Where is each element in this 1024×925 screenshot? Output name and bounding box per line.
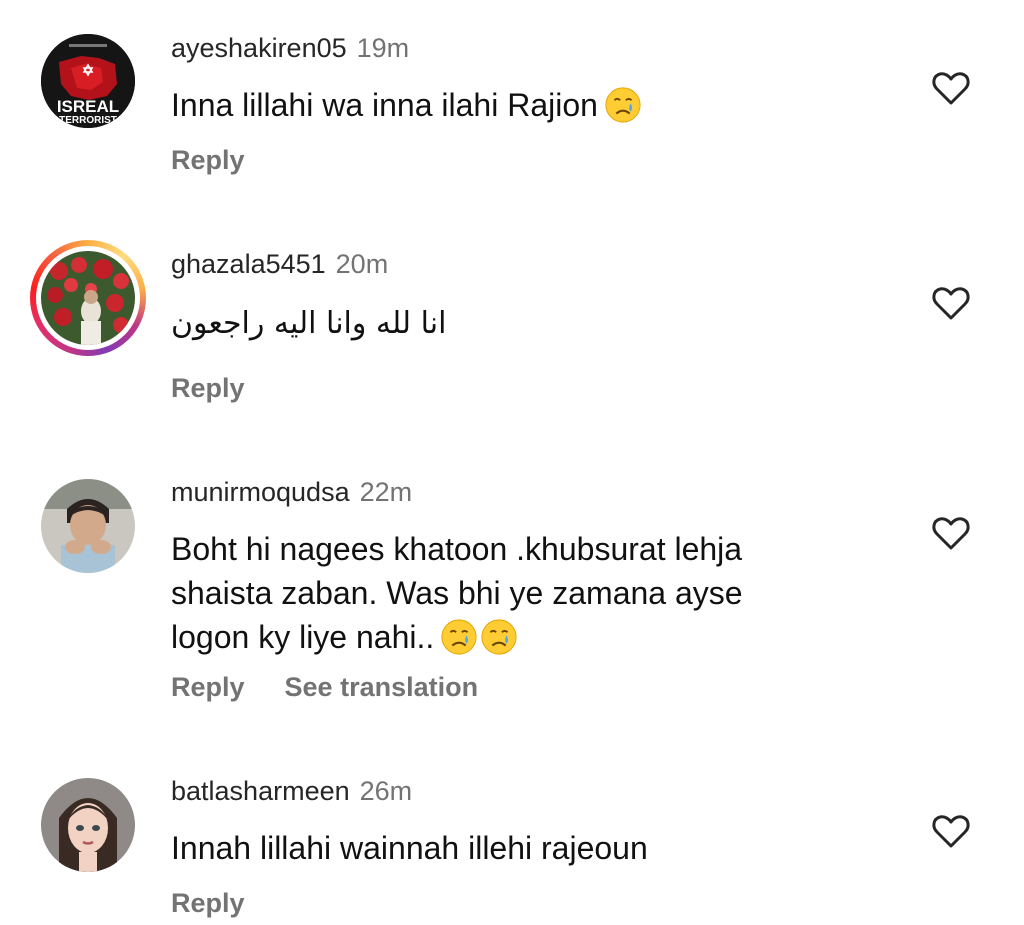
comment-username[interactable]: ayeshakiren05 <box>171 33 347 63</box>
avatar[interactable] <box>41 778 135 872</box>
reply-button[interactable]: Reply <box>171 672 245 702</box>
heart-outline-icon[interactable] <box>931 813 971 849</box>
comment-text-line: logon ky liye nahi.. <box>171 619 435 655</box>
comment-timestamp: 22m <box>359 477 413 507</box>
crying-face-emoji <box>481 619 517 655</box>
comment-timestamp: 19m <box>356 33 410 63</box>
comment-meta: ghazala5451 20m <box>171 248 388 280</box>
avatar-image <box>41 251 135 345</box>
comment-text: Innah lillahi wainnah illehi rajeoun <box>171 830 648 866</box>
avatar-label-bottom: TERRORIST <box>59 115 117 126</box>
heart-outline-icon[interactable] <box>931 285 971 321</box>
comment-text: Boht hi nagees khatoon .khubsurat lehja … <box>171 527 871 659</box>
comment-text: Inna lillahi wa inna ilahi Rajion <box>171 83 871 127</box>
comment-timestamp: 20m <box>335 249 389 279</box>
reply-button[interactable]: Reply <box>171 145 245 175</box>
comment-meta: ayeshakiren05 19m <box>171 32 409 64</box>
avatar[interactable] <box>41 251 135 345</box>
comment-username[interactable]: ghazala5451 <box>171 249 326 279</box>
comment-actions: Reply <box>171 887 245 919</box>
heart-outline-icon[interactable] <box>931 70 971 106</box>
comment-text-line: shaista zaban. Was bhi ye zamana ayse <box>171 575 743 611</box>
avatar[interactable]: ISREAL TERRORIST <box>41 34 135 128</box>
avatar[interactable] <box>41 479 135 573</box>
comment-actions: Reply See translation <box>171 671 478 703</box>
avatar-image <box>41 479 135 573</box>
comment-actions: Reply <box>171 144 245 176</box>
avatar-label-top: ISREAL <box>57 97 119 116</box>
comment-text-body: Inna lillahi wa inna ilahi Rajion <box>171 87 598 123</box>
reply-button[interactable]: Reply <box>171 373 245 403</box>
reply-button[interactable]: Reply <box>171 888 245 918</box>
comment-text-line: Boht hi nagees khatoon .khubsurat lehja <box>171 531 743 567</box>
heart-outline-icon[interactable] <box>931 515 971 551</box>
crying-face-emoji <box>441 619 477 655</box>
comment-actions: Reply <box>171 372 245 404</box>
comment-timestamp: 26m <box>359 776 413 806</box>
comment-meta: munirmoqudsa 22m <box>171 476 412 508</box>
comment-text-line-last: logon ky liye nahi.. <box>171 615 871 659</box>
comment-username[interactable]: batlasharmeen <box>171 776 350 806</box>
crying-face-emoji <box>605 87 641 123</box>
see-translation-button[interactable]: See translation <box>285 672 479 702</box>
comment-username[interactable]: munirmoqudsa <box>171 477 350 507</box>
avatar-image <box>41 778 135 872</box>
comment-meta: batlasharmeen 26m <box>171 775 412 807</box>
avatar-image: ISREAL TERRORIST <box>41 34 135 128</box>
comment-text: انا لله وانا اليه راجعون <box>171 306 447 341</box>
story-ring[interactable] <box>30 240 146 356</box>
